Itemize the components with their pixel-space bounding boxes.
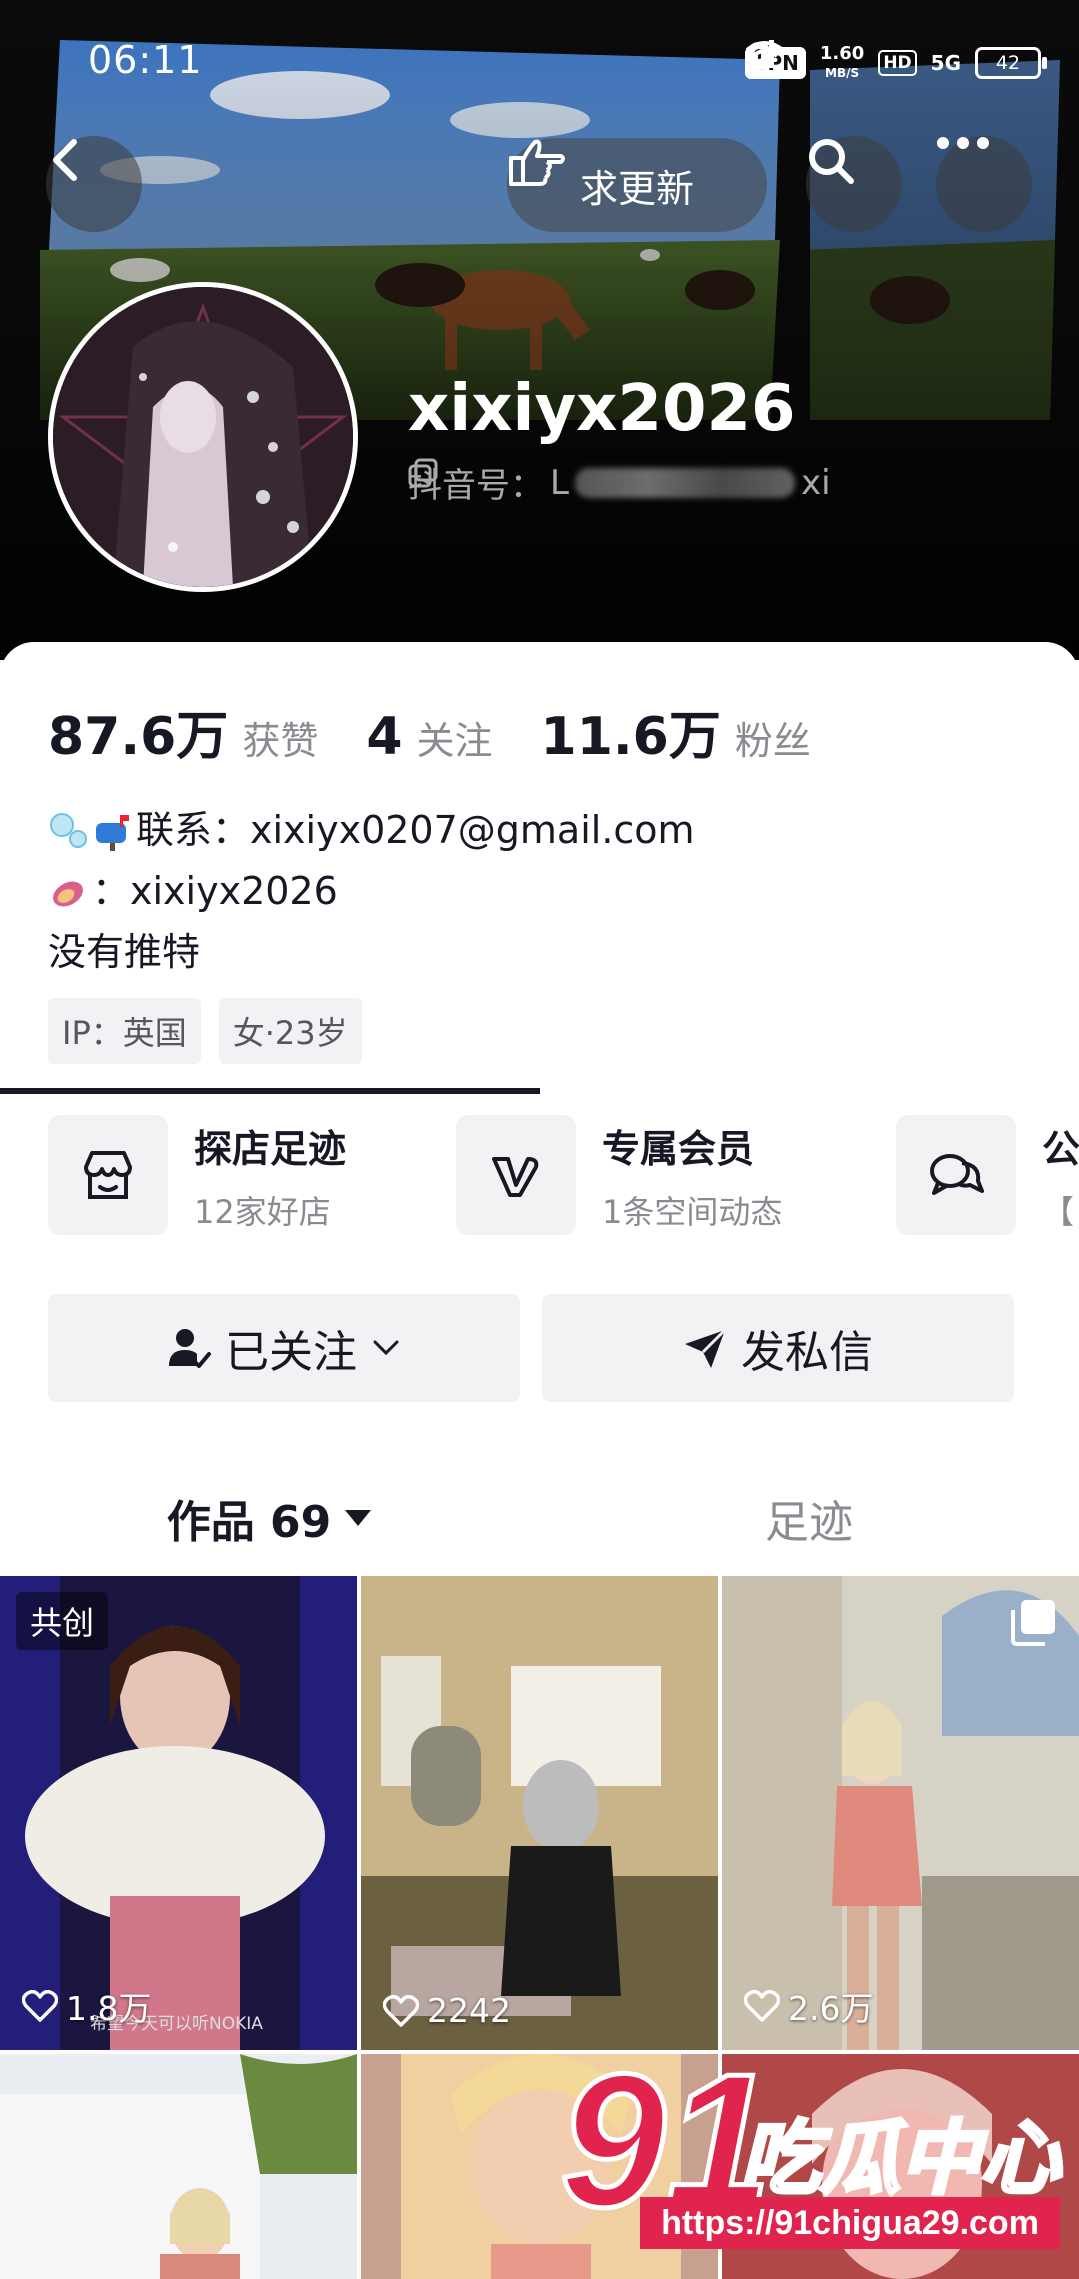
watermark-text: 吃瓜中心 [740, 2112, 1062, 2205]
douyin-id-tail: xi [800, 462, 831, 503]
back-button[interactable] [46, 136, 142, 232]
send-message-label: 发私信 [741, 1327, 873, 1378]
video-thumbnail[interactable]: 共创 希望今天可以听NOKIA 1.8万 [0, 1576, 357, 2050]
profile-username: xixiyx2026 [408, 372, 796, 446]
video-thumbnail[interactable] [0, 2054, 357, 2279]
likes-count: 2242 [427, 1991, 511, 2030]
video-likes: 2242 [383, 1991, 511, 2030]
thumbnail-image [361, 1576, 718, 2050]
more-dots-icon [937, 137, 989, 149]
request-update-button[interactable]: 求更新 [507, 138, 767, 232]
profile-tags: IP：英国 女·23岁 [48, 998, 362, 1064]
gender-age-tag: 女·23岁 [218, 998, 362, 1064]
feature-title: 探店足迹 [194, 1126, 347, 1171]
video-thumbnail[interactable]: 2242 [361, 1576, 718, 2050]
watermark-url: https://91chigua29.com [640, 2197, 1060, 2249]
feature-subtitle: 1条空间动态 [602, 1192, 783, 1231]
tab-footprint-label: 足迹 [765, 1497, 853, 1548]
chat-bubble-icon [930, 1154, 984, 1195]
feature-shortcuts: 探店足迹 12家好店 专属会员 1条空间动态 公 【 [48, 1114, 1079, 1236]
likes-label[interactable]: 获赞 [242, 710, 318, 765]
avatar[interactable] [48, 282, 358, 592]
video-likes: 2.6万 [744, 1982, 873, 2030]
chevron-down-icon [373, 1340, 399, 1356]
heart-icon [22, 1990, 58, 2022]
co-create-badge: 共创 [16, 1592, 109, 1650]
avatar-image [53, 287, 353, 587]
following-count[interactable]: 4 [366, 707, 402, 767]
bio-contact: 联系：xixiyx0207@gmail.com [136, 808, 695, 852]
tab-works-label: 作品 69 [166, 1497, 332, 1548]
profile-bio: 联系：xixiyx0207@gmail.com ：xixiyx2026 没有推特 [48, 800, 695, 983]
ip-location-tag: IP：英国 [48, 998, 201, 1064]
content-tabs: 作品 69 足迹 [0, 1464, 1079, 1572]
profile-actions: 已关注 发私信 [48, 1294, 1014, 1402]
hand-point-icon [509, 139, 565, 186]
following-label[interactable]: 关注 [417, 710, 493, 765]
battery-indicator: 42 [975, 47, 1047, 79]
hd-icon: HD [878, 50, 917, 76]
feature-group-chat[interactable]: 公 【 [896, 1114, 1079, 1236]
feature-subtitle: 12家好店 [194, 1192, 331, 1231]
network-speed: 1.60 MB/S [819, 42, 865, 80]
send-message-button[interactable]: 发私信 [542, 1294, 1014, 1402]
likes-count[interactable]: 87.6万 [48, 694, 228, 769]
heart-icon [744, 1990, 780, 2022]
request-update-label: 求更新 [579, 166, 694, 211]
paper-plane-icon [685, 1328, 727, 1368]
tab-footprint[interactable]: 足迹 [539, 1464, 1079, 1572]
video-likes: 1.8万 [22, 1982, 151, 2030]
likes-count: 2.6万 [788, 1989, 874, 2028]
signal-5g: 5G [745, 40, 961, 75]
tab-works[interactable]: 作品 69 [0, 1464, 540, 1572]
feature-subtitle: 【 [1042, 1192, 1075, 1231]
followed-label: 已关注 [225, 1327, 357, 1378]
site-watermark: 91 吃瓜中心 https://91chigua29.com [560, 2056, 1079, 2279]
multi-image-icon [1011, 1600, 1055, 1646]
video-thumbnail[interactable]: 2.6万 [722, 1576, 1079, 2050]
sweet-potato-emoji-icon [53, 881, 83, 906]
chevron-left-icon [53, 139, 77, 181]
mailbox-emoji-icon [96, 814, 129, 851]
feature-title: 公 [1042, 1126, 1079, 1171]
feature-exclusive-member[interactable]: 专属会员 1条空间动态 [456, 1114, 782, 1236]
feature-shop-visits[interactable]: 探店足迹 12家好店 [48, 1114, 346, 1236]
shop-icon [84, 1151, 132, 1199]
likes-count: 1.8万 [66, 1989, 152, 2028]
feature-title: 专属会员 [602, 1126, 755, 1171]
followed-button[interactable]: 已关注 [48, 1294, 520, 1402]
followers-count[interactable]: 11.6万 [541, 694, 721, 769]
user-check-icon [169, 1329, 211, 1368]
status-bar: 06:11 VPN 1.60 MB/S HD 5G 42 [0, 0, 1079, 120]
profile-banner: 06:11 VPN 1.60 MB/S HD 5G 42 求更新 xixiyx2… [0, 0, 1079, 660]
douyin-id: 抖音号： L xi [408, 458, 831, 507]
caret-down-icon [345, 1510, 372, 1526]
bio-note: 没有推特 [48, 930, 201, 974]
active-tab-indicator [0, 1088, 540, 1094]
search-icon [809, 139, 854, 184]
douyin-id-value: L [550, 462, 569, 503]
more-options-button[interactable] [936, 136, 1032, 232]
profile-stats: 87.6万 获赞 4 关注 11.6万 粉丝 [48, 694, 859, 769]
signal-bars-icon [745, 40, 775, 68]
heart-icon [383, 1994, 419, 2027]
redacted-blur [574, 467, 795, 498]
followers-label[interactable]: 粉丝 [735, 710, 811, 765]
thumbnail-image [0, 2054, 357, 2279]
vip-v-icon [492, 1157, 539, 1197]
thumbnail-image [722, 1576, 1079, 2050]
bubbles-emoji-icon [50, 812, 87, 848]
bio-redbook: ：xixiyx2026 [92, 869, 338, 913]
status-time: 06:11 [88, 38, 203, 82]
copy-icon[interactable] [408, 458, 438, 488]
search-button[interactable] [806, 136, 902, 232]
